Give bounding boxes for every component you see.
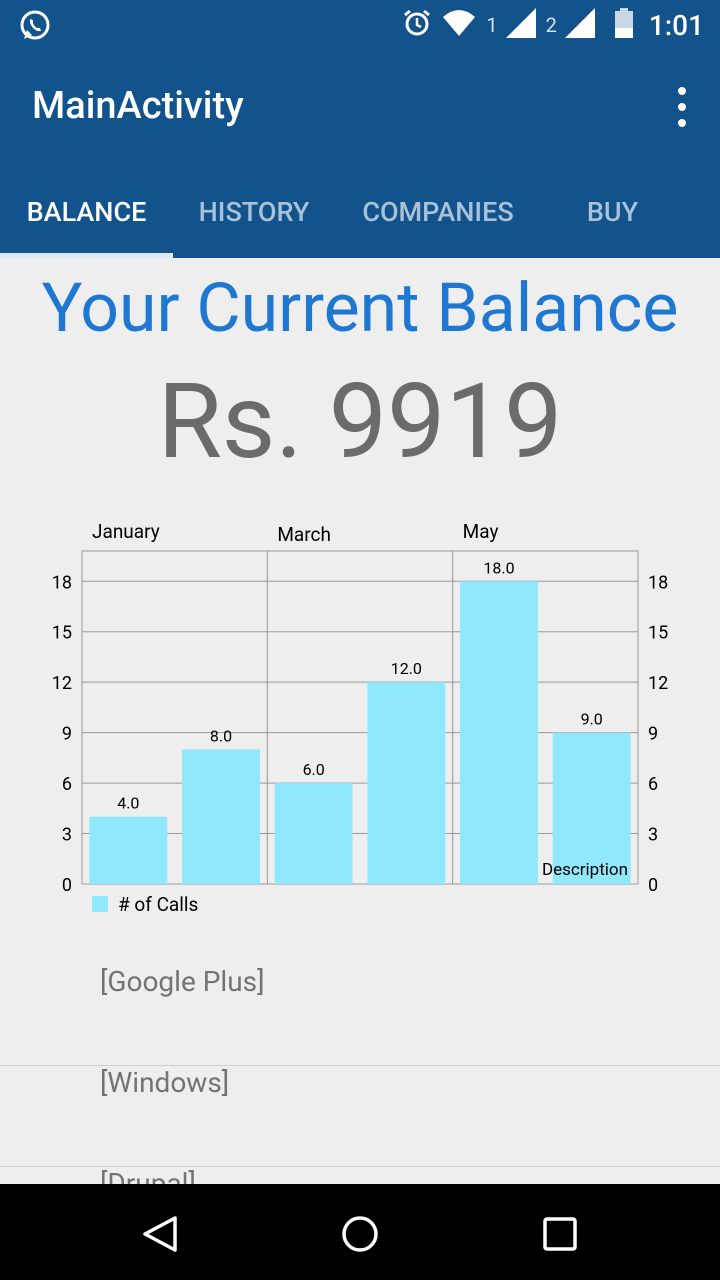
back-icon[interactable] [140, 1214, 180, 1254]
signal-icon [505, 8, 536, 42]
y-tick-label: 0 [62, 875, 72, 896]
tab-bar: BALANCE HISTORY COMPANIES BUY [0, 178, 720, 258]
bar [89, 816, 168, 884]
sim1-label: 1 [486, 13, 498, 37]
tab-balance[interactable]: BALANCE [0, 178, 173, 258]
legend-label: # of Calls [118, 893, 198, 916]
bar [460, 581, 538, 884]
y-tick-label-right: 9 [648, 724, 658, 745]
bar-value-label: 4.0 [117, 794, 139, 813]
tab-buy[interactable]: BUY [540, 178, 685, 258]
alarm-icon [402, 8, 432, 42]
y-tick-label-right: 18 [648, 572, 668, 593]
list-item[interactable]: [Windows] [0, 1066, 720, 1167]
wifi-icon [442, 9, 476, 41]
y-tick-label-right: 3 [648, 825, 658, 846]
bar-value-label: 18.0 [483, 558, 514, 577]
bar-value-label: 6.0 [303, 760, 325, 779]
legend-swatch [92, 896, 108, 912]
bar-value-label: 8.0 [210, 726, 232, 745]
list-item-label: [Google Plus] [100, 965, 265, 998]
bar [367, 682, 446, 884]
clock: 1:01 [648, 8, 704, 42]
tab-companies[interactable]: COMPANIES [345, 178, 531, 258]
tab-history[interactable]: HISTORY [173, 178, 335, 258]
bar [182, 749, 260, 884]
bar-value-label: 12.0 [391, 659, 422, 678]
x-top-label: March [277, 523, 331, 546]
signal-icon [564, 8, 595, 42]
chart-description: Description [542, 860, 628, 880]
navigation-bar [0, 1184, 720, 1280]
list-item[interactable]: [Google Plus] [0, 965, 720, 1066]
app-title: MainActivity [32, 84, 244, 128]
calls-bar-chart: 0 0 3 3 6 6 9 9 12 12 15 15 18 18 January March May 4.0 8.… [52, 520, 668, 916]
y-tick-label-right: 12 [648, 673, 668, 694]
home-icon[interactable] [340, 1214, 380, 1254]
bar-value-label: 9.0 [581, 710, 603, 729]
whatsapp-icon [18, 8, 52, 46]
y-tick-label: 12 [52, 673, 72, 694]
more-vert-icon[interactable] [676, 87, 688, 127]
balance-headline: Your Current Balance [41, 268, 679, 348]
x-top-label: January [92, 520, 160, 543]
y-tick-label: 6 [62, 774, 72, 795]
bar [274, 783, 353, 884]
y-tick-label: 9 [62, 724, 72, 745]
tab-indicator [0, 253, 173, 258]
y-tick-label-right: 0 [648, 875, 658, 896]
y-tick-label-right: 6 [648, 774, 658, 795]
x-top-label: May [463, 520, 499, 543]
app-bar: MainActivity BALANCE HISTORY COMPANIES B… [0, 50, 720, 258]
y-tick-label: 3 [62, 825, 72, 846]
y-tick-label: 18 [52, 572, 72, 593]
status-bar: 1 2 1:01 [0, 0, 720, 50]
balance-amount: Rs. 9919 [157, 362, 563, 483]
y-tick-label: 15 [52, 623, 72, 644]
list-item-label: [Windows] [100, 1066, 230, 1099]
sim2-label: 2 [545, 13, 557, 37]
battery-icon [614, 8, 633, 42]
y-tick-label-right: 15 [648, 623, 668, 644]
recents-icon[interactable] [542, 1216, 578, 1252]
